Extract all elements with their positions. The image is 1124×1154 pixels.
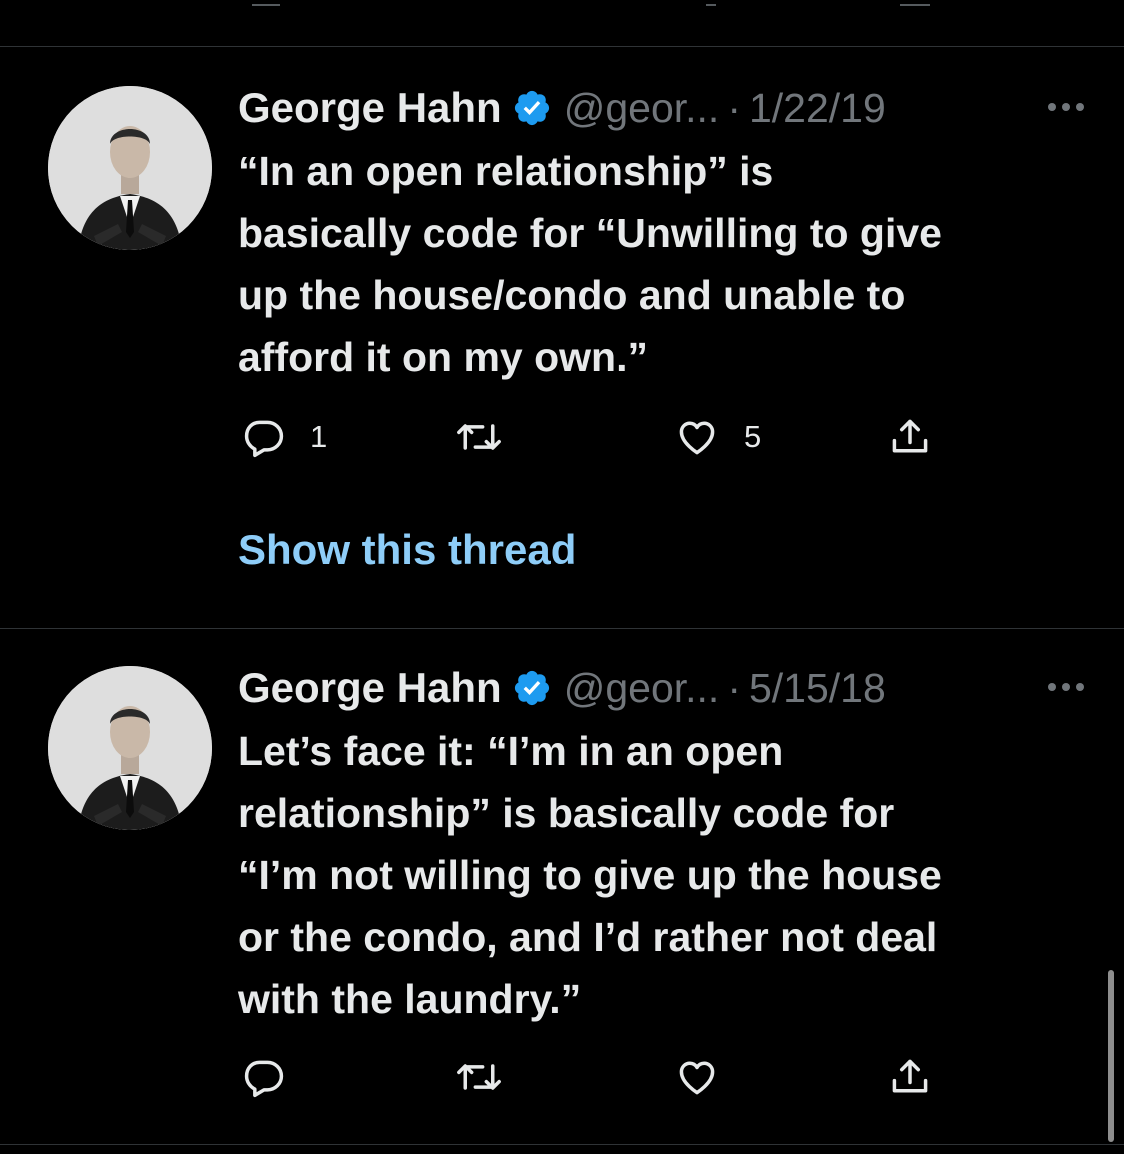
share-button[interactable]: [888, 412, 932, 462]
previous-reply-icon: [252, 0, 280, 6]
display-name[interactable]: George Hahn: [238, 84, 502, 132]
share-icon: [892, 1059, 928, 1093]
profile-photo: [48, 86, 212, 250]
verified-badge-icon: [512, 88, 552, 128]
previous-share-icon: [900, 0, 930, 6]
share-icon: [892, 419, 928, 453]
display-name[interactable]: George Hahn: [238, 664, 502, 712]
verified-badge-icon: [512, 668, 552, 708]
reply-icon: [244, 420, 284, 458]
previous-tweet-actions-remnant: [0, 0, 1124, 46]
show-thread-link[interactable]: Show this thread: [238, 526, 576, 574]
more-icon[interactable]: [1044, 94, 1088, 120]
avatar[interactable]: [48, 86, 212, 250]
retweet-button[interactable]: [454, 412, 528, 462]
like-count: 5: [744, 419, 762, 454]
tweet-divider: [0, 1144, 1124, 1145]
tweet-divider: [0, 628, 1124, 629]
retweet-button[interactable]: [454, 1052, 528, 1102]
tweet-1[interactable]: George Hahn @geor... · 1/22/19 “In an op…: [0, 78, 1124, 598]
reply-count: 1: [310, 419, 328, 454]
tweet-header: George Hahn @geor... · 1/22/19: [238, 78, 1088, 138]
previous-like-icon: [706, 0, 716, 6]
like-button[interactable]: 5: [674, 412, 761, 462]
scrollbar[interactable]: [1108, 970, 1114, 1142]
like-button[interactable]: [674, 1052, 744, 1102]
avatar[interactable]: [48, 666, 212, 830]
tweet-date[interactable]: 5/15/18: [749, 665, 886, 712]
handle[interactable]: @geor...: [564, 665, 720, 712]
share-button[interactable]: [888, 1052, 932, 1102]
handle[interactable]: @geor...: [564, 85, 720, 132]
like-icon: [679, 421, 715, 455]
reply-icon: [244, 1060, 284, 1098]
retweet-icon: [457, 1064, 501, 1090]
dot-separator: ·: [727, 664, 741, 711]
tweet-text: “In an open relationship” is basically c…: [238, 148, 942, 380]
retweet-icon: [457, 424, 501, 450]
tweet-header: George Hahn @geor... · 5/15/18: [238, 658, 1088, 718]
dot-separator: ·: [727, 84, 741, 131]
more-icon[interactable]: [1044, 674, 1088, 700]
tweet-2[interactable]: George Hahn @geor... · 5/15/18 Let’s fac…: [0, 658, 1124, 1128]
tweet-actions: 1 5: [238, 412, 958, 462]
tweet-actions: [238, 1052, 958, 1102]
like-icon: [679, 1061, 715, 1095]
tweet-divider: [0, 46, 1124, 47]
profile-photo: [48, 666, 212, 830]
reply-button[interactable]: 1: [242, 412, 327, 462]
reply-button[interactable]: [242, 1052, 310, 1102]
tweet-date[interactable]: 1/22/19: [749, 85, 886, 132]
tweet-text: Let’s face it: “I’m in an open relations…: [238, 728, 942, 1022]
